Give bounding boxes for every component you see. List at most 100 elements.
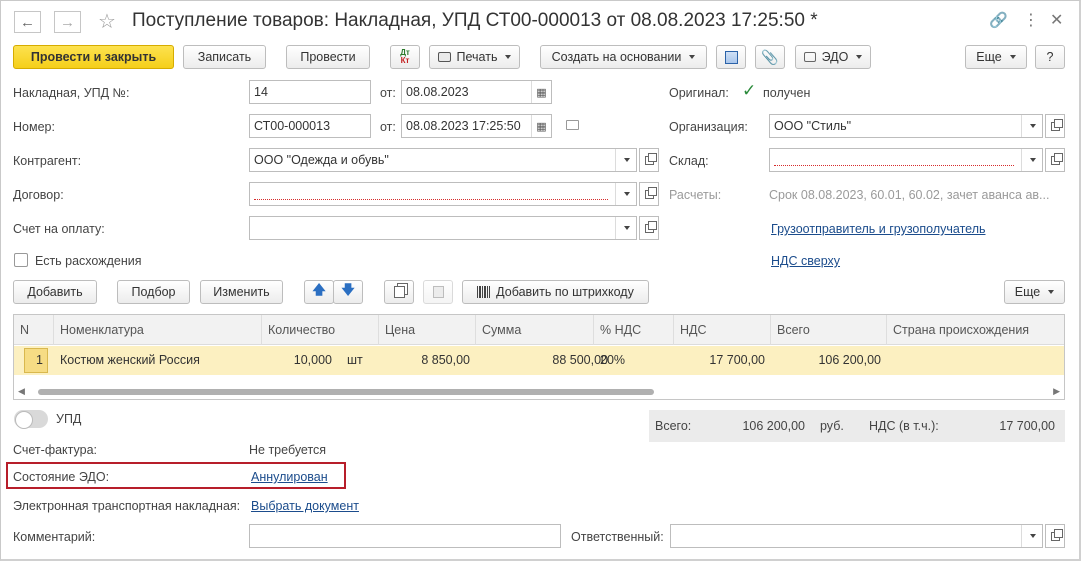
upd-label: УПД <box>56 412 82 426</box>
invoice-date-label: от: <box>380 86 396 100</box>
edit-row-button[interactable]: Изменить <box>200 280 283 304</box>
post-and-close-button[interactable]: Провести и закрыть <box>13 45 174 69</box>
col-header-vat-rate[interactable]: % НДС <box>594 315 674 345</box>
horizontal-scrollbar[interactable]: ◀ ▶ <box>14 385 1064 399</box>
table-more-button[interactable]: Еще <box>1004 280 1065 304</box>
scroll-right-icon[interactable]: ▶ <box>1053 386 1060 397</box>
col-header-total[interactable]: Всего <box>771 315 887 345</box>
dt-kt-button[interactable]: Дт Кт <box>390 45 420 69</box>
number-input[interactable]: СТ00-000013 <box>249 114 371 138</box>
organization-open-button[interactable] <box>1045 114 1065 138</box>
chevron-down-icon[interactable] <box>1021 149 1042 171</box>
move-up-button[interactable]: 🡅 <box>304 280 334 304</box>
shipper-consignee-link[interactable]: Грузоотправитель и грузополучатель <box>771 222 986 236</box>
document-window: ← → ☆ Поступление товаров: Накладная, УП… <box>0 0 1081 561</box>
payment-invoice-select[interactable] <box>249 216 637 240</box>
vat-on-top-link[interactable]: НДС сверху <box>771 254 840 268</box>
attachments-button[interactable]: 📎 <box>755 45 785 69</box>
open-icon <box>644 186 657 199</box>
chevron-down-icon[interactable] <box>615 183 636 205</box>
history-icon[interactable] <box>566 120 579 130</box>
chevron-down-icon[interactable] <box>1021 115 1042 137</box>
discrepancy-checkbox[interactable] <box>14 253 28 267</box>
comment-label: Комментарий: <box>13 530 96 544</box>
cell-n[interactable]: 1 <box>24 348 48 373</box>
invoice-number-value: 14 <box>254 85 268 99</box>
structure-button[interactable] <box>716 45 746 69</box>
chevron-down-icon[interactable] <box>615 217 636 239</box>
arrow-up-icon: 🡅 <box>312 282 326 297</box>
original-value: получен <box>763 86 811 100</box>
paperclip-icon: 📎 <box>761 48 779 65</box>
number-date-value: 08.08.2023 17:25:50 <box>406 119 521 133</box>
help-button[interactable]: ? <box>1035 45 1065 69</box>
original-checkbox[interactable]: ✓ <box>742 81 756 101</box>
calendar-icon[interactable]: ▦ <box>531 115 551 137</box>
print-label: Печать <box>456 50 498 64</box>
required-underline <box>254 199 608 200</box>
more-button[interactable]: Еще <box>965 45 1027 69</box>
cell-item[interactable]: Костюм женский Россия <box>54 346 232 375</box>
etn-select-link[interactable]: Выбрать документ <box>251 499 359 513</box>
contractor-open-button[interactable] <box>639 148 659 172</box>
more-label: Еще <box>976 50 1002 64</box>
organization-label: Организация: <box>669 120 748 134</box>
add-row-button[interactable]: Добавить <box>13 280 97 304</box>
add-by-barcode-button[interactable]: Добавить по штрихкоду <box>462 280 649 304</box>
calendar-icon[interactable]: ▦ <box>531 81 551 103</box>
forward-button[interactable]: → <box>54 11 81 33</box>
post-button[interactable]: Провести <box>286 45 370 69</box>
create-based-on-button[interactable]: Создать на основании <box>540 45 707 69</box>
open-icon <box>1050 528 1063 541</box>
responsible-open-button[interactable] <box>1045 524 1065 548</box>
save-button[interactable]: Записать <box>183 45 266 69</box>
move-down-button[interactable]: 🡇 <box>333 280 363 304</box>
back-button[interactable]: ← <box>14 11 41 33</box>
contract-open-button[interactable] <box>639 182 659 206</box>
contractor-select[interactable]: ООО "Одежда и обувь" <box>249 148 637 172</box>
settlements-value[interactable]: Срок 08.08.2023, 60.01, 60.02, зачет ава… <box>769 188 1065 202</box>
cell-vat-rate[interactable]: 20% <box>594 346 674 375</box>
cell-total[interactable]: 106 200,00 <box>771 346 887 375</box>
copy-button[interactable] <box>384 280 414 304</box>
responsible-select[interactable] <box>670 524 1043 548</box>
table-row[interactable]: 1 Костюм женский Россия 10,000 шт 8 850,… <box>14 346 1064 375</box>
paste-button[interactable] <box>423 280 453 304</box>
scroll-left-icon[interactable]: ◀ <box>18 386 25 397</box>
chevron-down-icon <box>1009 55 1016 59</box>
contract-select[interactable] <box>249 182 637 206</box>
close-icon[interactable]: ✕ <box>1050 10 1063 30</box>
cell-vat[interactable]: 17 700,00 <box>674 346 771 375</box>
chevron-down-icon[interactable] <box>1021 525 1042 547</box>
warehouse-open-button[interactable] <box>1045 148 1065 172</box>
link-icon[interactable]: 🔗 <box>989 11 1008 29</box>
scroll-thumb[interactable] <box>38 389 654 395</box>
comment-input[interactable] <box>249 524 561 548</box>
invoice-date-input[interactable]: 08.08.2023 ▦ <box>401 80 552 104</box>
organization-select[interactable]: ООО "Стиль" <box>769 114 1043 138</box>
col-header-price[interactable]: Цена <box>379 315 476 345</box>
star-icon[interactable]: ☆ <box>98 9 116 34</box>
warehouse-select[interactable] <box>769 148 1043 172</box>
col-header-item[interactable]: Номенклатура <box>54 315 262 345</box>
edo-button[interactable]: ЭДО <box>795 45 871 69</box>
number-date-input[interactable]: 08.08.2023 17:25:50 ▦ <box>401 114 552 138</box>
cell-unit[interactable]: шт <box>341 346 377 375</box>
cell-country[interactable] <box>887 346 1066 375</box>
cell-price[interactable]: 8 850,00 <box>379 346 476 375</box>
col-header-sum[interactable]: Сумма <box>476 315 594 345</box>
chevron-down-icon[interactable] <box>615 149 636 171</box>
more-vertical-icon[interactable]: ⋮ <box>1023 10 1039 30</box>
col-header-vat[interactable]: НДС <box>674 315 771 345</box>
col-header-country[interactable]: Страна происхождения <box>887 315 1066 345</box>
col-header-qty[interactable]: Количество <box>262 315 379 345</box>
invoice-number-input[interactable]: 14 <box>249 80 371 104</box>
cell-qty[interactable]: 10,000 <box>262 346 338 375</box>
window-title: Поступление товаров: Накладная, УПД СТ00… <box>132 10 818 31</box>
edo-state-link[interactable]: Аннулирован <box>251 470 328 484</box>
print-button[interactable]: Печать <box>429 45 520 69</box>
payment-invoice-open-button[interactable] <box>639 216 659 240</box>
upd-toggle[interactable] <box>14 410 48 429</box>
selection-button[interactable]: Подбор <box>117 280 190 304</box>
col-header-n[interactable]: N <box>14 315 54 345</box>
